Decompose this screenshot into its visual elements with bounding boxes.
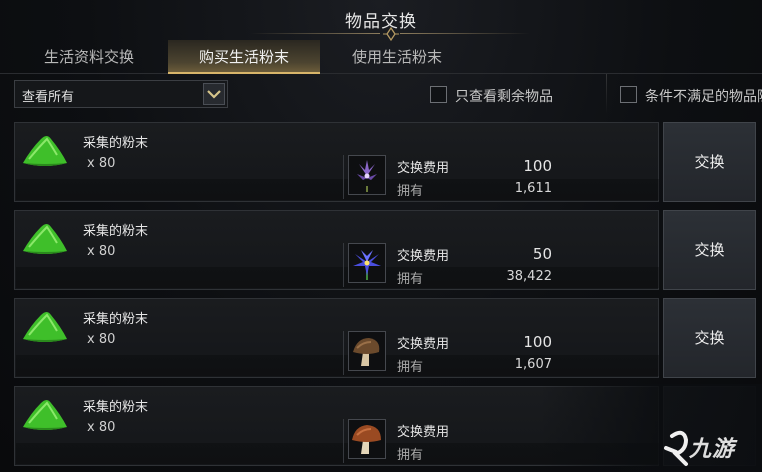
- owned-label: 拥有: [397, 448, 424, 463]
- row-stripe: [16, 267, 659, 288]
- item-name: 采集的粉末: [83, 400, 149, 415]
- row-panel: 采集的粉末 x 80 交换费用 拥有 100 1,611: [14, 122, 659, 202]
- tab-bar: 生活资料交换 购买生活粉末 使用生活粉末: [0, 40, 762, 74]
- item-name: 采集的粉末: [83, 312, 149, 327]
- row-separator: [343, 419, 344, 463]
- checkbox-remaining-only[interactable]: [430, 86, 447, 103]
- cost-item-slot[interactable]: [348, 243, 386, 283]
- purple-flower-icon: [357, 160, 377, 192]
- row-stripe: [16, 355, 659, 376]
- owned-label: 拥有: [397, 360, 424, 375]
- exchange-row: 采集的粉末 x 80 交换费用 拥有 100 1,607 交换: [14, 298, 762, 378]
- exchange-window: 物品交换 生活资料交换 购买生活粉末 使用生活粉末 查看所有 只查看剩余物品 条…: [0, 0, 762, 472]
- owned-value: 38,422: [506, 269, 553, 284]
- item-name: 采集的粉末: [83, 224, 149, 239]
- watermark-text: 九游: [689, 437, 736, 462]
- cost-item-slot[interactable]: [348, 419, 386, 459]
- brown-mushroom-icon: [353, 338, 380, 366]
- row-separator: [343, 155, 344, 199]
- tab-buy-life-powder[interactable]: 购买生活粉末: [168, 40, 320, 74]
- owned-label: 拥有: [397, 272, 424, 287]
- item-quantity: x 80: [87, 156, 116, 171]
- checkbox-hide-unmet[interactable]: [620, 86, 637, 103]
- cost-value: 100: [523, 157, 552, 175]
- item-quantity: x 80: [87, 420, 116, 435]
- title-divider-right: [400, 33, 530, 34]
- item-quantity: x 80: [87, 332, 116, 347]
- tab-life-material-exchange[interactable]: 生活资料交换: [10, 40, 168, 74]
- filter-dropdown[interactable]: 查看所有: [14, 80, 228, 108]
- row-panel: 采集的粉末 x 80 交换费用 拥有 100 1,607: [14, 298, 659, 378]
- chevron-down-icon: [207, 90, 221, 99]
- cost-item-slot[interactable]: [348, 331, 386, 371]
- exchange-button[interactable]: 交换: [663, 210, 756, 290]
- filter-divider: [606, 74, 607, 114]
- exchange-button[interactable]: 交换: [663, 122, 756, 202]
- checkbox-hide-unmet-label: 条件不满足的物品隐: [645, 89, 762, 105]
- row-stripe: [16, 179, 659, 200]
- blue-flower-icon: [353, 250, 381, 280]
- filter-selected-value: 查看所有: [22, 90, 75, 105]
- row-separator: [343, 243, 344, 287]
- red-mushroom-icon: [352, 425, 381, 454]
- item-name: 采集的粉末: [83, 136, 149, 151]
- exchange-button[interactable]: 交换: [663, 298, 756, 378]
- item-quantity: x 80: [87, 244, 116, 259]
- green-powder-icon: [23, 312, 67, 342]
- owned-label: 拥有: [397, 184, 424, 199]
- green-powder-icon: [23, 224, 67, 254]
- row-separator: [343, 331, 344, 375]
- cost-item-slot[interactable]: [348, 155, 386, 195]
- owned-value: 1,607: [514, 357, 552, 372]
- cost-label: 交换费用: [397, 425, 450, 440]
- cost-value: 50: [532, 245, 552, 263]
- green-powder-icon: [23, 136, 67, 166]
- cost-value: 100: [523, 333, 552, 351]
- row-panel: 采集的粉末 x 80 交换费用 拥有 50 38,422: [14, 210, 659, 290]
- tab-use-life-powder[interactable]: 使用生活粉末: [320, 40, 474, 74]
- title-bar: 物品交换: [0, 0, 762, 42]
- owned-value: 1,611: [514, 181, 552, 196]
- green-powder-icon: [23, 400, 67, 430]
- title-divider-left: [250, 33, 380, 34]
- dropdown-toggle-button[interactable]: [203, 83, 225, 105]
- checkbox-remaining-label: 只查看剩余物品: [455, 89, 553, 105]
- exchange-row: 采集的粉末 x 80 交换费用 拥有 50 38,422 交换: [14, 210, 762, 290]
- exchange-row: 采集的粉末 x 80 交换费用 拥有 100 1,611 交换: [14, 122, 762, 202]
